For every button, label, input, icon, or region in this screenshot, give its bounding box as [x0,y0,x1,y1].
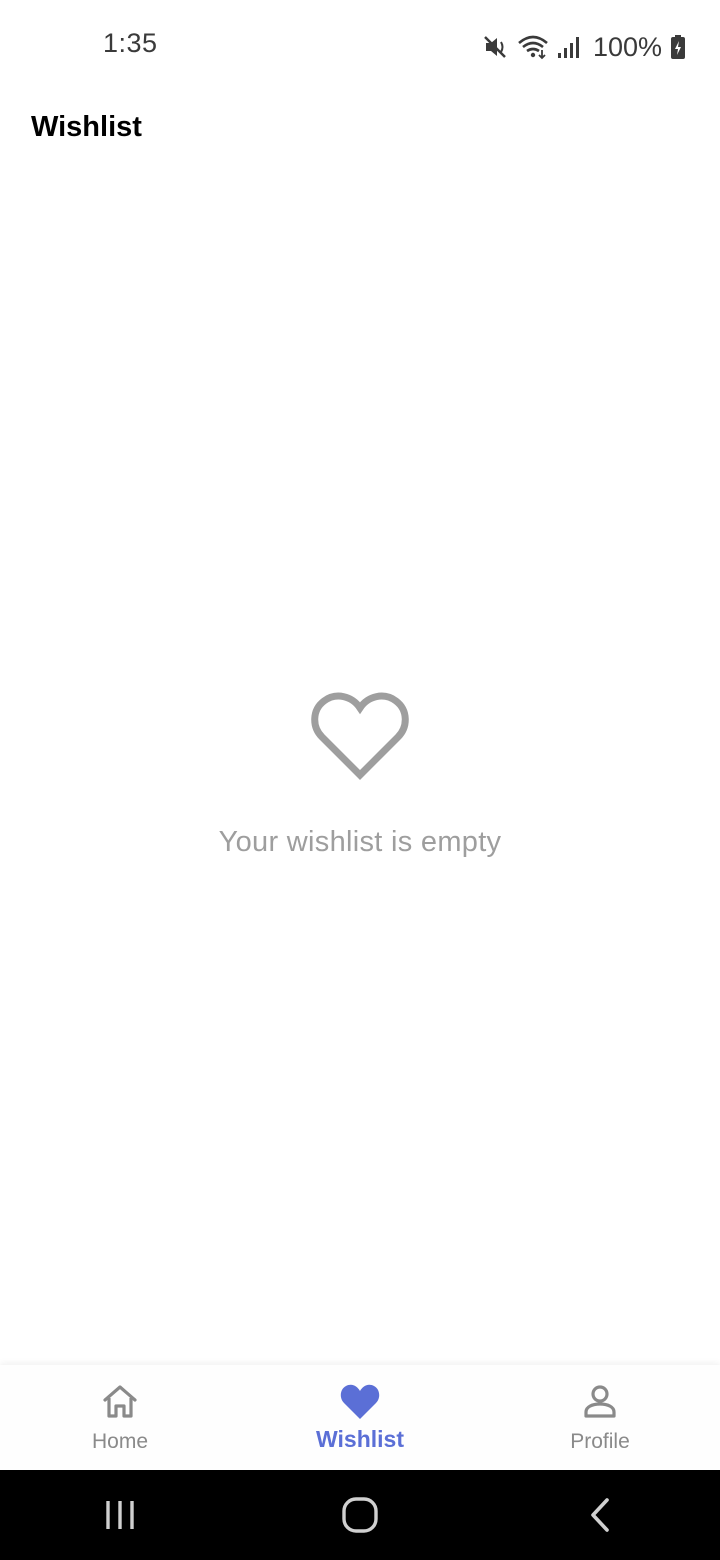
heart-outline-icon [311,692,409,780]
nav-item-home[interactable]: Home [0,1365,240,1470]
bottom-navigation: Home Wishlist Profile [0,1365,720,1470]
recents-icon [106,1501,134,1529]
nav-label-profile: Profile [570,1430,630,1453]
home-circle-icon [342,1497,378,1533]
person-icon [584,1385,616,1418]
battery-percentage: 100% [592,31,662,62]
nav-item-profile[interactable]: Profile [480,1365,720,1470]
nav-label-home: Home [91,1430,149,1453]
empty-state: Your wishlist is empty [0,690,720,859]
wishlist-screen: 1:35 100% Wishlist Your wishlist is empt… [0,0,720,1560]
mute-icon [483,34,509,60]
home-icon [103,1385,137,1418]
signal-icon [557,34,581,60]
nav-label-wishlist: Wishlist [316,1426,404,1452]
system-navigation-bar [0,1470,720,1560]
empty-message: Your wishlist is empty [218,826,502,858]
system-home-button[interactable] [310,1470,410,1560]
status-bar: 1:35 100% [0,0,720,92]
heart-icon [340,1384,380,1419]
battery-charging-icon [670,34,686,60]
page-title: Wishlist [31,111,142,143]
back-button[interactable] [550,1470,650,1560]
nav-item-wishlist[interactable]: Wishlist [240,1365,480,1470]
wifi-icon [517,34,549,60]
back-icon [591,1498,609,1532]
recents-button[interactable] [70,1470,170,1560]
status-time: 1:35 [103,28,158,58]
status-icons: 100% [483,30,686,64]
